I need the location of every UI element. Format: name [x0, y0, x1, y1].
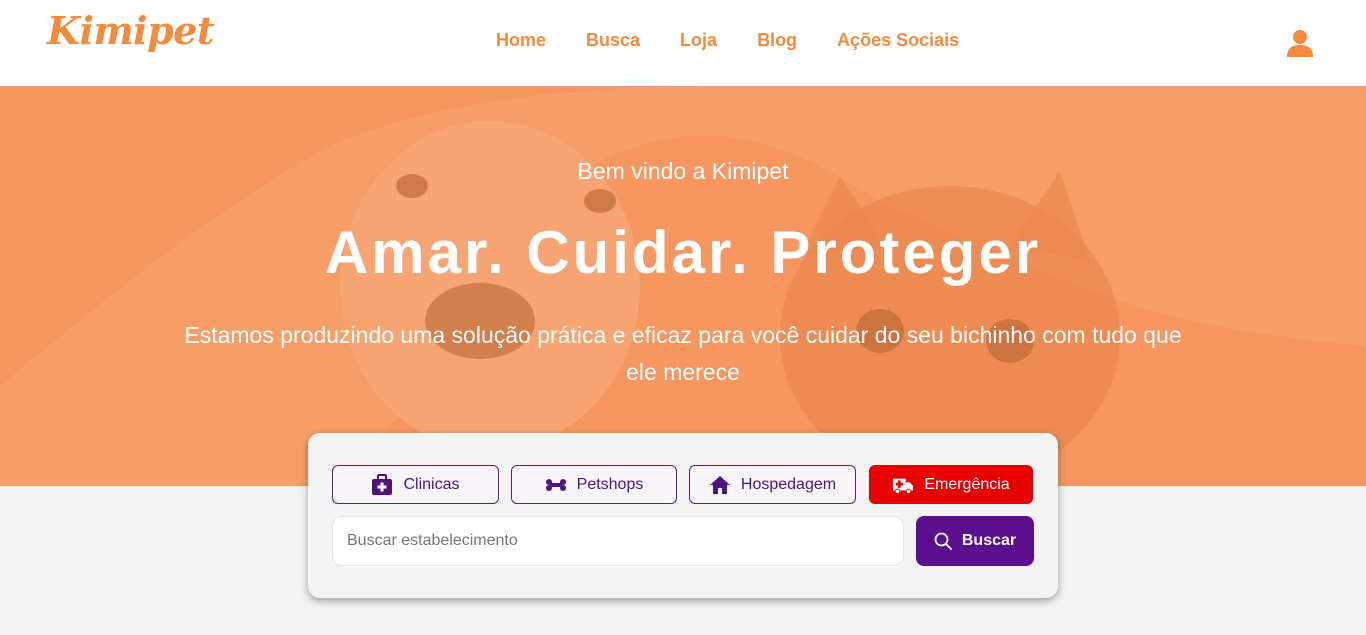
- search-icon: [934, 532, 952, 550]
- search-input[interactable]: [332, 516, 904, 566]
- category-label: Hospedagem: [740, 475, 837, 493]
- category-hospedagem-button[interactable]: Hospedagem: [689, 465, 856, 504]
- nav-busca[interactable]: Busca: [586, 30, 640, 51]
- category-clinicas-button[interactable]: Clinicas: [332, 465, 499, 504]
- hero-title: Amar. Cuidar. Proteger: [324, 219, 1042, 286]
- category-label: Emergência: [924, 475, 1010, 493]
- user-icon[interactable]: [1286, 29, 1314, 57]
- category-emergencia-button[interactable]: Emergência: [869, 465, 1033, 504]
- site-header: Kimipet Home Busca Loja Blog Ações Socia…: [0, 0, 1366, 86]
- search-button[interactable]: Buscar: [916, 516, 1034, 566]
- hero-description: Estamos produzindo uma solução prática e…: [184, 322, 1182, 385]
- bone-icon: [545, 478, 566, 491]
- category-petshops-button[interactable]: Petshops: [511, 465, 677, 504]
- category-label: Petshops: [576, 475, 644, 493]
- main-nav: Home Busca Loja Blog Ações Sociais: [496, 30, 959, 51]
- nav-blog[interactable]: Blog: [757, 30, 797, 51]
- nav-acoes-sociais[interactable]: Ações Sociais: [837, 30, 959, 51]
- nav-loja[interactable]: Loja: [680, 30, 717, 51]
- category-label: Clinicas: [403, 475, 460, 493]
- search-button-label: Buscar: [961, 532, 1017, 549]
- kimipet-logo[interactable]: Kimipet: [47, 8, 214, 53]
- search-card: Clinicas Petshops Hospedagem Emergência: [308, 433, 1058, 598]
- hero-banner: Bem vindo a Kimipet Amar. Cuidar. Proteg…: [0, 86, 1366, 486]
- hero-welcome-text: Bem vindo a Kimipet: [577, 158, 789, 184]
- medical-kit-icon: [372, 473, 393, 495]
- nav-home[interactable]: Home: [496, 30, 546, 51]
- ambulance-icon: [893, 478, 914, 494]
- house-icon: [709, 475, 730, 494]
